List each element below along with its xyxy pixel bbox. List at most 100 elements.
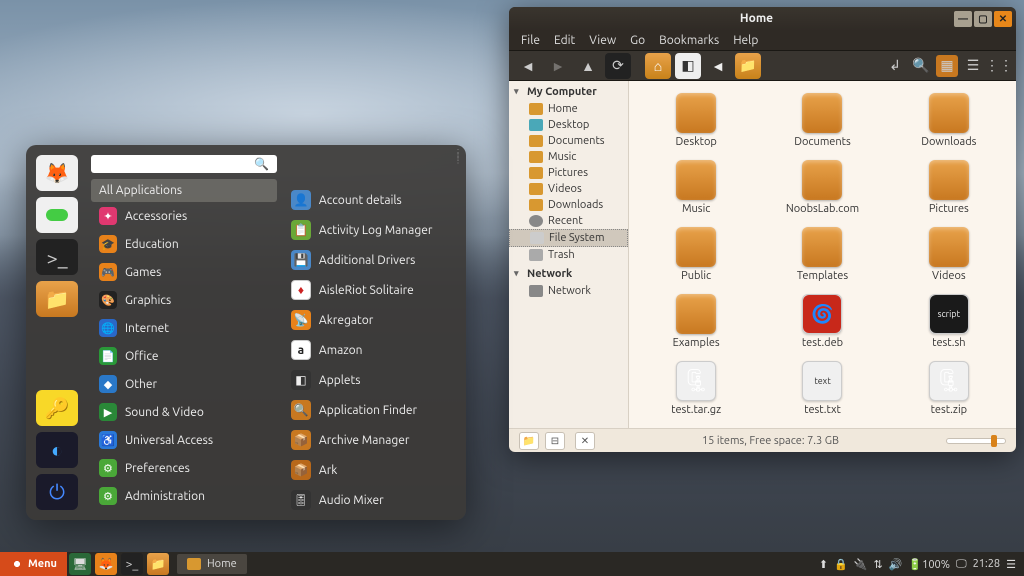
favorite-files[interactable]: 📁 xyxy=(36,281,78,317)
zoom-slider[interactable] xyxy=(946,438,1006,444)
file-item[interactable]: texttest.txt xyxy=(763,357,881,420)
category-internet[interactable]: 🌐Internet xyxy=(91,314,277,342)
sidebar-desktop[interactable]: Desktop xyxy=(509,117,628,133)
tray-update-icon[interactable]: ⬆ xyxy=(819,558,828,571)
minimize-button[interactable]: — xyxy=(954,11,972,27)
file-item[interactable]: scripttest.sh xyxy=(890,290,1008,353)
category-office[interactable]: 📄Office xyxy=(91,342,277,370)
category-games[interactable]: 🎮Games xyxy=(91,258,277,286)
titlebar[interactable]: Home — ▢ ✕ xyxy=(509,7,1016,31)
resize-grip-icon[interactable]: ⋮⋮⋮ xyxy=(454,151,462,171)
file-item[interactable]: 🌀test.deb xyxy=(763,290,881,353)
category-sound-video[interactable]: ▶Sound & Video xyxy=(91,398,277,426)
close-sidebar-button[interactable]: ✕ xyxy=(575,432,595,450)
up-button[interactable]: ▲ xyxy=(575,53,601,79)
icon-view-button[interactable]: ▦ xyxy=(936,55,958,77)
file-grid[interactable]: DesktopDocumentsDownloadsMusicNoobsLab.c… xyxy=(629,81,1016,428)
file-item[interactable]: Templates xyxy=(763,223,881,286)
category-education[interactable]: 🎓Education xyxy=(91,230,277,258)
menu-edit[interactable]: Edit xyxy=(548,32,581,49)
show-tree-button[interactable]: ⊟ xyxy=(545,432,565,450)
close-button[interactable]: ✕ xyxy=(994,11,1012,27)
app-application-finder[interactable]: 🔍Application Finder xyxy=(285,395,454,425)
sidebar-header-network[interactable]: Network xyxy=(509,263,628,283)
panel-firefox[interactable]: 🦊 xyxy=(95,553,117,575)
file-item[interactable]: Pictures xyxy=(890,156,1008,219)
app-applets[interactable]: ◧Applets xyxy=(285,365,454,395)
file-item[interactable]: Desktop xyxy=(637,89,755,152)
menu-bookmarks[interactable]: Bookmarks xyxy=(653,32,725,49)
file-item[interactable]: Public xyxy=(637,223,755,286)
favorite-logout[interactable]: ◐ xyxy=(36,432,78,468)
panel-task-home[interactable]: Home xyxy=(177,554,247,574)
sidebar-trash[interactable]: Trash xyxy=(509,247,628,263)
forward-button[interactable]: ► xyxy=(545,53,571,79)
sidebar-home[interactable]: Home xyxy=(509,101,628,117)
tray-battery-icon[interactable]: 🔌 xyxy=(854,558,868,571)
category-graphics[interactable]: 🎨Graphics xyxy=(91,286,277,314)
file-item[interactable]: Documents xyxy=(763,89,881,152)
back-button[interactable]: ◄ xyxy=(515,53,541,79)
category-universal-access[interactable]: ♿Universal Access xyxy=(91,426,277,454)
current-folder-path[interactable]: 📁 xyxy=(735,53,761,79)
sidebar-downloads[interactable]: Downloads xyxy=(509,197,628,213)
tray-clock[interactable]: 21:28 xyxy=(973,558,1001,570)
reload-button[interactable]: ⟳ xyxy=(605,53,631,79)
search-button[interactable]: 🔍 xyxy=(910,55,932,77)
file-item[interactable]: NoobsLab.com xyxy=(763,156,881,219)
sidebar-network[interactable]: Network xyxy=(509,283,628,299)
panel-show-desktop[interactable]: 🖥 xyxy=(69,553,91,575)
app-account-details[interactable]: 👤Account details xyxy=(285,185,454,215)
favorite-firefox[interactable]: 🦊 xyxy=(36,155,78,191)
file-item[interactable]: Examples xyxy=(637,290,755,353)
category-other[interactable]: ◆Other xyxy=(91,370,277,398)
sidebar-recent[interactable]: Recent xyxy=(509,213,628,229)
menu-help[interactable]: Help xyxy=(727,32,764,49)
list-view-button[interactable]: ☰ xyxy=(962,55,984,77)
show-places-button[interactable]: 📁 xyxy=(519,432,539,450)
tray-display-icon[interactable]: 🖵 xyxy=(956,558,967,571)
app-audio-mixer[interactable]: 🎚Audio Mixer xyxy=(285,485,454,510)
menu-go[interactable]: Go xyxy=(624,32,651,49)
file-item[interactable]: Music xyxy=(637,156,755,219)
tray-network-icon[interactable]: ⇅ xyxy=(873,558,882,571)
path-toggle[interactable]: ◧ xyxy=(675,53,701,79)
favorite-settings[interactable] xyxy=(36,197,78,233)
compact-view-button[interactable]: ⋮⋮ xyxy=(988,55,1010,77)
panel-files[interactable]: 📁 xyxy=(147,553,169,575)
tray-user-icon[interactable]: ☰ xyxy=(1006,558,1016,571)
favorite-terminal[interactable]: >_ xyxy=(36,239,78,275)
search-input[interactable] xyxy=(99,158,254,171)
toggle-location-button[interactable]: ↲ xyxy=(884,55,906,77)
tray-lock-icon[interactable]: 🔒 xyxy=(834,558,848,571)
sidebar-filesystem[interactable]: File System xyxy=(509,229,628,247)
menu-view[interactable]: View xyxy=(583,32,622,49)
menu-search[interactable]: 🔍 xyxy=(91,155,277,173)
app-additional-drivers[interactable]: 💾Additional Drivers xyxy=(285,245,454,275)
tray-battery-text[interactable]: 🔋100% xyxy=(908,558,950,571)
app-archive-manager[interactable]: 📦Archive Manager xyxy=(285,425,454,455)
file-item[interactable]: Videos xyxy=(890,223,1008,286)
category-preferences[interactable]: ⚙Preferences xyxy=(91,454,277,482)
app-activity-log-manager[interactable]: 📋Activity Log Manager xyxy=(285,215,454,245)
tray-volume-icon[interactable]: 🔊 xyxy=(889,558,903,571)
category-administration[interactable]: ⚙Administration xyxy=(91,482,277,510)
sidebar-pictures[interactable]: Pictures xyxy=(509,165,628,181)
category-accessories[interactable]: ✦Accessories xyxy=(91,202,277,230)
favorite-lock[interactable]: 🔑 xyxy=(36,390,78,426)
maximize-button[interactable]: ▢ xyxy=(974,11,992,27)
sidebar-documents[interactable]: Documents xyxy=(509,133,628,149)
category-all-applications[interactable]: All Applications xyxy=(91,179,277,202)
sidebar-videos[interactable]: Videos xyxy=(509,181,628,197)
app-ark[interactable]: 📦Ark xyxy=(285,455,454,485)
app-aisleriot-solitaire[interactable]: ♦AisleRiot Solitaire xyxy=(285,275,454,305)
app-akregator[interactable]: 📡Akregator xyxy=(285,305,454,335)
sidebar-header-computer[interactable]: My Computer xyxy=(509,81,628,101)
menu-file[interactable]: File xyxy=(515,32,546,49)
panel-menu-button[interactable]: Menu xyxy=(0,552,67,576)
favorite-shutdown[interactable]: ⏻ xyxy=(36,474,78,510)
panel-terminal[interactable]: >_ xyxy=(121,553,143,575)
sidebar-music[interactable]: Music xyxy=(509,149,628,165)
app-amazon[interactable]: aAmazon xyxy=(285,335,454,365)
home-path-icon[interactable]: ⌂ xyxy=(645,53,671,79)
